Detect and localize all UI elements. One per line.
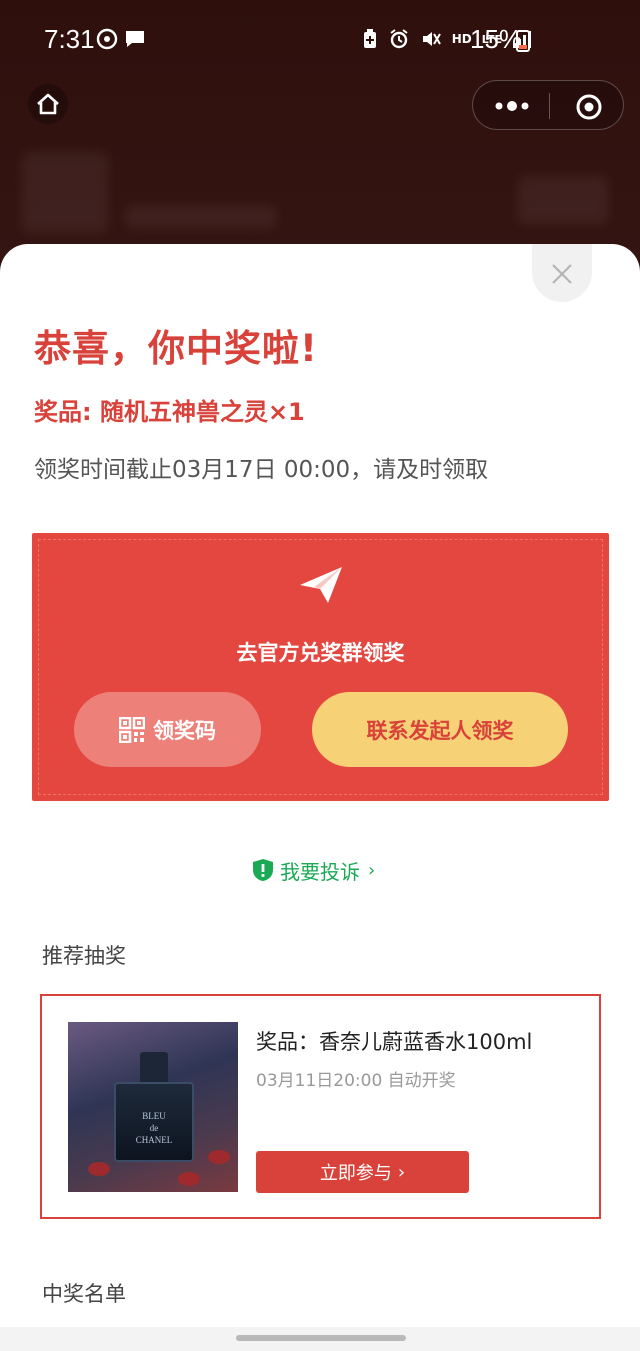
message-icon [126, 31, 144, 47]
mini-program-header: 7:31 HD LTE 15% [0, 0, 640, 260]
mute-icon [422, 32, 441, 46]
chevron-right-icon: › [368, 859, 376, 881]
complaint-link[interactable]: 我要投诉 › [252, 855, 375, 885]
complaint-label: 我要投诉 [280, 859, 360, 884]
close-icon [552, 264, 572, 284]
perfume-image: BLEU de CHANEL [68, 1022, 238, 1192]
bottle-cap [140, 1052, 168, 1084]
claim-code-button[interactable]: 领奖码 [74, 692, 261, 767]
claim-deadline: 领奖时间截止03月17日 00:00，请及时领取 [34, 457, 489, 483]
contact-organizer-button[interactable]: 联系发起人领奖 [312, 692, 568, 767]
close-mini-program-button[interactable] [575, 93, 602, 120]
more-options-button[interactable] [491, 93, 533, 119]
notification-icons [96, 28, 146, 50]
battery-percentage: 15% [470, 24, 523, 54]
petal-decoration [208, 1150, 230, 1164]
blurred-text [126, 206, 276, 228]
recommended-section-title: 推荐抽奖 [42, 944, 126, 968]
status-time: 7:31 [44, 24, 95, 54]
mini-program-capsule [472, 80, 624, 130]
petal-decoration [178, 1172, 200, 1186]
target-close-icon [576, 94, 602, 120]
contact-organizer-label: 联系发起人领奖 [366, 718, 514, 743]
paper-plane-icon [300, 567, 342, 603]
winners-section-title: 中奖名单 [42, 1282, 126, 1306]
status-bar: 7:31 HD LTE 15% [0, 18, 640, 62]
hd-indicator: HD [451, 32, 472, 46]
chevron-right-icon: › [397, 1161, 406, 1183]
alarm-icon [390, 29, 408, 49]
shield-alert-icon [253, 859, 273, 881]
congrats-title: 恭喜，你中奖啦! [34, 327, 318, 370]
home-icon [28, 84, 68, 124]
prize-text: 奖品: 随机五神兽之灵×1 [34, 398, 305, 426]
join-now-label: 立即参与 [319, 1163, 392, 1184]
capsule-divider [549, 93, 550, 119]
draw-time: 03月11日20:00 自动开奖 [256, 1071, 456, 1091]
app-notification-icon [96, 28, 118, 50]
petal-decoration [88, 1162, 110, 1176]
claim-panel: 去官方兑奖群领奖 领奖码 联系发起人领奖 [32, 533, 609, 801]
bottle-label: BLEU de CHANEL [135, 1111, 173, 1145]
close-modal-button[interactable] [532, 244, 592, 302]
blurred-avatar [22, 152, 108, 232]
join-now-button[interactable]: 立即参与 › [256, 1151, 469, 1193]
home-gesture-handle[interactable] [236, 1335, 406, 1341]
battery-saver-icon [363, 29, 376, 48]
more-dots-icon [495, 101, 529, 111]
battery-icon [516, 30, 530, 52]
home-button[interactable] [28, 84, 68, 124]
recommended-prize: 奖品：香奈儿蔚蓝香水100ml [256, 1030, 533, 1054]
claim-code-label: 领奖码 [153, 718, 216, 743]
qr-code-icon [119, 716, 145, 743]
recommended-lottery-card[interactable]: BLEU de CHANEL 奖品：香奈儿蔚蓝香水100ml 03月11日20:00… [40, 994, 601, 1219]
official-group-label[interactable]: 去官方兑奖群领奖 [32, 637, 609, 667]
blurred-button [518, 176, 608, 224]
